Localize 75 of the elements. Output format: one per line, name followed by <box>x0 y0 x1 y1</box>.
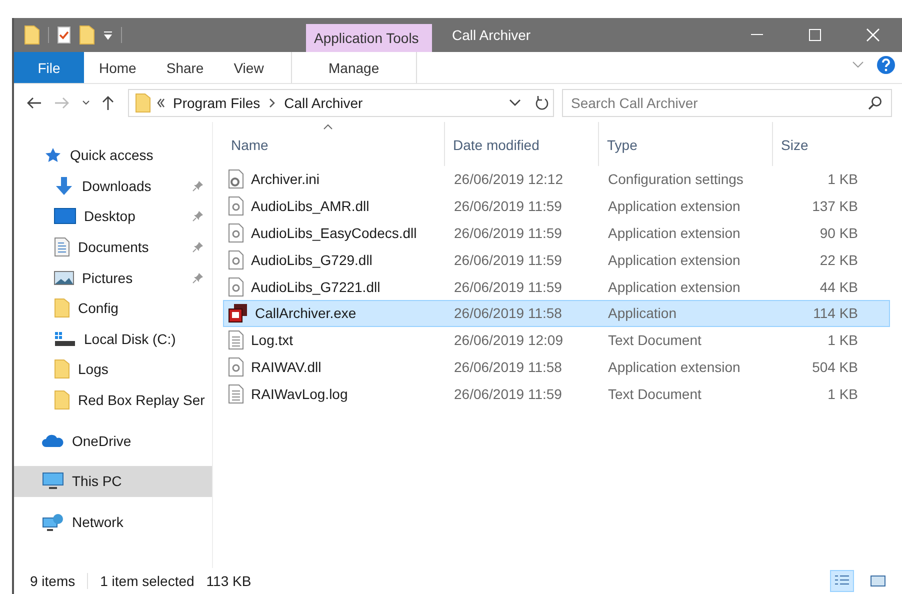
ribbon-tab[interactable]: Manage <box>290 52 417 83</box>
file-name: CallArchiver.exe <box>255 305 356 322</box>
file-row[interactable]: RAIWAV.dll 26/06/2019 11:58 Application extension 504 KB <box>223 354 890 380</box>
date-cell-text: 26/06/2019 11:59 <box>453 198 563 214</box>
file-row[interactable]: RAIWavLog.log 26/06/2019 11:59 Text Document 1 KB <box>223 380 890 408</box>
selection-size: 113 KB <box>206 573 252 589</box>
contextual-tab-header: Application Tools <box>306 24 432 52</box>
column-header[interactable]: Size <box>773 122 865 166</box>
type-cell-text: Application extension <box>607 278 742 295</box>
sidebar-item[interactable]: Local Disk (C:) <box>14 324 212 354</box>
sidebar-item[interactable]: Documents <box>14 232 212 262</box>
file-name: AudioLibs_EasyCodecs.dll <box>251 224 417 241</box>
file-name: Archiver.ini <box>251 171 320 188</box>
sidebar-item[interactable]: Desktop <box>14 201 212 232</box>
file-row[interactable]: AudioLibs_EasyCodecs.dll 26/06/2019 11:59 Application extension 90 KB <box>223 220 890 246</box>
type-cell-text: Text Document <box>607 386 702 402</box>
date-cell-text: 26/06/2019 11:59 <box>453 278 563 295</box>
sidebar-item[interactable]: OneDrive <box>14 425 212 456</box>
type-cell-text: Text Document <box>607 332 702 348</box>
window-title: Call Archiver <box>451 26 532 45</box>
type-cell-text: Configuration settings <box>607 171 744 188</box>
type-cell-text: Application extension <box>607 252 742 268</box>
file-row[interactable]: AudioLibs_AMR.dll 26/06/2019 11:59 Application extension 137 KB <box>223 192 890 220</box>
ribbon-tab[interactable]: Share <box>151 52 219 83</box>
date-cell-text: 26/06/2019 11:59 <box>453 224 563 241</box>
sidebar-item[interactable]: This PC <box>14 466 212 497</box>
file-row[interactable]: Archiver.ini 26/06/2019 12:12 Configuration settings 1 KB <box>223 166 890 193</box>
column-header[interactable]: Date modified <box>445 122 599 166</box>
address-bar[interactable]: Program Files Call Archiver <box>128 89 554 117</box>
file-name: AudioLibs_AMR.dll <box>251 198 370 214</box>
file-name: RAIWAV.dll <box>251 358 322 375</box>
search-field[interactable]: Search Call Archiver <box>562 89 892 117</box>
type-cell-text: Application extension <box>607 224 742 241</box>
sidebar-item[interactable]: Pictures <box>14 262 212 293</box>
file-name: RAIWavLog.log <box>251 386 348 402</box>
size-cell-text: 22 KB <box>818 252 859 268</box>
date-cell-text: 26/06/2019 11:58 <box>453 358 563 375</box>
size-cell-text: 1 KB <box>826 171 859 188</box>
file-name: Log.txt <box>251 332 294 348</box>
date-cell-text: 26/06/2019 12:12 <box>453 171 564 188</box>
selection-count: 1 item selected <box>100 573 194 589</box>
file-row[interactable]: AudioLibs_G729.dll 26/06/2019 11:59 Application extension 22 KB <box>223 246 890 274</box>
date-cell-text: 26/06/2019 11:59 <box>453 252 563 268</box>
sidebar-item[interactable]: Red Box Replay Ser <box>14 384 212 416</box>
size-cell-text: 44 KB <box>818 278 859 295</box>
size-cell-text: 90 KB <box>818 224 859 241</box>
file-row[interactable]: Log.txt 26/06/2019 12:09 Text Document 1 KB <box>223 326 890 354</box>
ribbon-tab[interactable]: File <box>14 52 84 83</box>
type-cell-text: Application <box>607 305 678 322</box>
sidebar-item[interactable]: Config <box>14 292 212 324</box>
file-row[interactable]: AudioLibs_G7221.dll 26/06/2019 11:59 Application extension 44 KB <box>223 273 890 300</box>
type-cell-text: Application extension <box>607 198 742 214</box>
column-header[interactable]: Type <box>599 122 773 166</box>
date-cell-text: 26/06/2019 11:58 <box>453 305 563 322</box>
file-name: AudioLibs_G729.dll <box>251 252 372 268</box>
type-cell-text: Application extension <box>607 358 742 375</box>
sidebar-item[interactable]: Logs <box>14 354 212 385</box>
size-cell-text: 137 KB <box>811 198 859 214</box>
sidebar-item[interactable]: Quick access <box>14 140 212 171</box>
file-row[interactable]: CallArchiver.exe 26/06/2019 11:58 Application 114 KB <box>223 300 890 327</box>
date-cell-text: 26/06/2019 12:09 <box>453 332 564 348</box>
ribbon-tab[interactable]: View <box>218 52 279 83</box>
size-cell-text: 114 KB <box>812 305 859 322</box>
ribbon-tab[interactable]: Home <box>84 52 152 83</box>
size-cell-text: 1 KB <box>826 386 859 402</box>
size-cell-text: 504 KB <box>811 358 859 375</box>
size-cell-text: 1 KB <box>826 332 859 348</box>
item-count: 9 items <box>30 573 76 589</box>
sidebar-item[interactable]: Network <box>14 506 212 538</box>
breadcrumb[interactable]: Program Files <box>171 95 262 111</box>
breadcrumb[interactable]: Call Archiver <box>282 95 365 111</box>
date-cell-text: 26/06/2019 11:59 <box>453 386 563 402</box>
sidebar-item[interactable]: Downloads <box>14 170 212 202</box>
column-header[interactable]: Name <box>223 122 445 166</box>
file-name: AudioLibs_G7221.dll <box>251 278 380 295</box>
